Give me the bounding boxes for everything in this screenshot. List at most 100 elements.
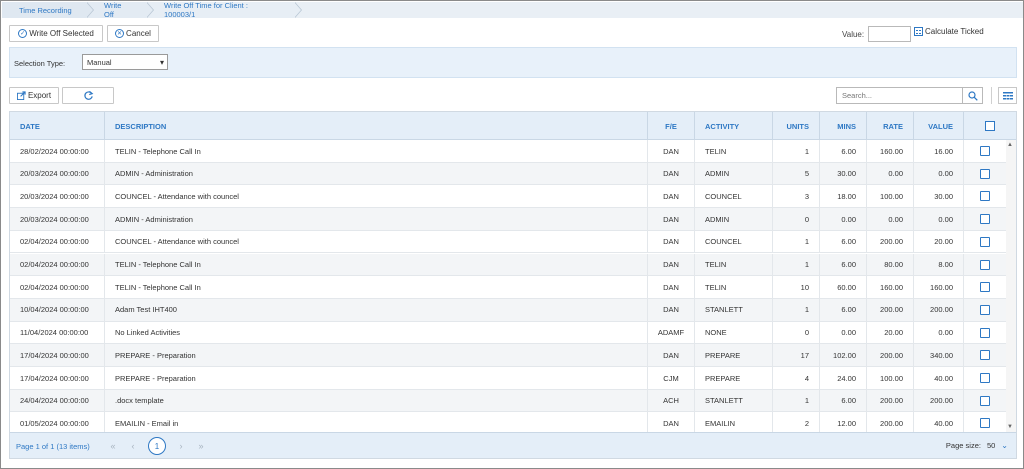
table-row[interactable]: 20/03/2024 00:00:00 COUNCEL - Attendance … [10, 185, 1006, 209]
column-header-value[interactable]: VALUE [914, 112, 964, 140]
cell-select [964, 344, 1006, 366]
write-off-selected-button[interactable]: ✓ Write Off Selected [9, 25, 103, 42]
cell-select [964, 185, 1006, 207]
cell-mins: 6.00 [820, 389, 867, 412]
cell-date: 20/03/2024 00:00:00 [10, 162, 105, 185]
first-page-icon[interactable]: « [108, 441, 118, 451]
breadcrumb-item-write-off[interactable]: Write Off [86, 1, 154, 19]
row-checkbox[interactable] [980, 259, 990, 270]
column-header-date[interactable]: DATE [10, 112, 105, 140]
last-page-icon[interactable]: » [196, 441, 206, 451]
selection-type-select[interactable]: Manual ▾ [82, 54, 168, 70]
column-header-label: DATE [20, 121, 40, 131]
selection-type-value: Manual [87, 57, 112, 67]
cell-value: 40.00 [914, 367, 964, 389]
cell-value: 200.00 [914, 298, 964, 321]
cell-select [964, 412, 1006, 432]
breadcrumb-item-write-off-time: Write Off Time for Client : 100003/1 [146, 1, 302, 19]
table-row[interactable]: 17/04/2024 00:00:00 PREPARE - Preparation… [10, 367, 1006, 390]
cell-fe: DAN [648, 344, 695, 367]
cell-value: 8.00 [914, 253, 964, 276]
row-checkbox[interactable] [980, 395, 990, 406]
scroll-up-icon[interactable]: ▲ [1007, 142, 1013, 148]
column-chooser-button[interactable] [998, 87, 1017, 104]
page-number-button[interactable]: 1 [148, 437, 166, 455]
column-header-activity[interactable]: ACTIVITY [695, 112, 773, 140]
export-button[interactable]: Export [9, 87, 59, 104]
cell-description: Adam Test IHT400 [105, 298, 648, 321]
close-circle-icon: ✕ [115, 29, 125, 38]
row-checkbox[interactable] [980, 304, 990, 315]
column-header-label: F/E [665, 121, 677, 131]
page-size-control[interactable]: Page size: 50 ⌄ [946, 441, 1008, 450]
table-row[interactable]: 10/04/2024 00:00:00 Adam Test IHT400 DAN ST… [10, 298, 1006, 322]
row-checkbox[interactable] [980, 282, 990, 293]
cell-select [964, 254, 1006, 276]
cell-mins: 6.00 [820, 253, 867, 276]
row-checkbox[interactable] [980, 418, 990, 429]
row-checkbox[interactable] [980, 146, 990, 156]
row-checkbox[interactable] [980, 236, 990, 247]
search-input[interactable]: Search... [836, 87, 983, 104]
cell-mins: 0.00 [820, 321, 867, 344]
cancel-button[interactable]: ✕ Cancel [107, 25, 159, 42]
row-checkbox[interactable] [980, 373, 990, 383]
cell-activity: TELIN [695, 276, 773, 299]
search-button[interactable] [962, 88, 982, 103]
cell-mins: 60.00 [820, 276, 867, 299]
column-header-select-all[interactable] [964, 112, 1016, 140]
column-header-mins[interactable]: MINS [820, 112, 867, 140]
table-row[interactable]: 20/03/2024 00:00:00 ADMIN - Administratio… [10, 208, 1006, 231]
table-row[interactable]: 02/04/2024 00:00:00 TELIN - Telephone Cal… [10, 276, 1006, 299]
cell-rate: 0.00 [867, 162, 914, 185]
export-label: Export [27, 91, 52, 100]
value-input[interactable] [868, 26, 911, 42]
table-row[interactable]: 28/02/2024 00:00:00 TELIN - Telephone Cal… [10, 140, 1006, 163]
write-off-window: Time Recording Write Off Write Off Time … [0, 0, 1024, 469]
cancel-label: Cancel [126, 29, 151, 38]
row-checkbox[interactable] [980, 327, 990, 338]
cell-description: PREPARE - Preparation [105, 344, 648, 367]
calculate-ticked-button[interactable]: Calculate Ticked [914, 27, 984, 36]
table-row[interactable]: 17/04/2024 00:00:00 PREPARE - Preparation… [10, 344, 1006, 367]
cell-date: 02/04/2024 00:00:00 [10, 253, 105, 276]
cell-rate: 200.00 [867, 298, 914, 321]
next-page-icon[interactable]: › [176, 441, 186, 451]
cell-units: 10 [773, 276, 820, 299]
cell-rate: 200.00 [867, 344, 914, 367]
cell-select [964, 299, 1006, 321]
row-checkbox[interactable] [980, 168, 990, 179]
scroll-down-icon[interactable]: ▼ [1007, 424, 1013, 430]
table-row[interactable]: 02/04/2024 00:00:00 COUNCEL - Attendance … [10, 230, 1006, 254]
refresh-button[interactable] [62, 87, 114, 104]
row-checkbox[interactable] [980, 350, 990, 361]
grid-header: DATE DESCRIPTION F/E ACTIVITY UNITS MINS… [10, 112, 1016, 140]
page-size-value: 50 [986, 441, 996, 450]
cell-units: 0 [773, 321, 820, 344]
table-row[interactable]: 24/04/2024 00:00:00 .docx template ACH STAN… [10, 389, 1006, 413]
table-row[interactable]: 11/04/2024 00:00:00 No Linked Activities A… [10, 321, 1006, 345]
vertical-scrollbar[interactable]: ▲ ▼ [1006, 140, 1016, 432]
previous-page-icon[interactable]: ‹ [128, 441, 138, 451]
cell-rate: 100.00 [867, 185, 914, 208]
row-checkbox[interactable] [980, 214, 990, 225]
column-header-rate[interactable]: RATE [867, 112, 914, 140]
table-row[interactable]: 02/04/2024 00:00:00 TELIN - Telephone Cal… [10, 253, 1006, 277]
cell-value: 160.00 [914, 276, 964, 299]
breadcrumb-item-time-recording[interactable]: Time Recording [2, 2, 94, 18]
row-checkbox[interactable] [980, 191, 990, 202]
cell-date: 28/02/2024 00:00:00 [10, 140, 105, 162]
cell-value: 20.00 [914, 230, 964, 253]
column-header-units[interactable]: UNITS [773, 112, 820, 140]
table-row[interactable]: 01/05/2024 00:00:00 EMAILIN - Email in DAN… [10, 412, 1006, 432]
cell-value: 200.00 [914, 389, 964, 412]
column-header-description[interactable]: DESCRIPTION [105, 112, 648, 140]
cell-description: PREPARE - Preparation [105, 367, 648, 389]
cell-units: 5 [773, 162, 820, 185]
toolbar-divider [991, 87, 992, 104]
select-all-checkbox[interactable] [985, 121, 995, 131]
cell-select [964, 322, 1006, 344]
cell-activity: PREPARE [695, 344, 773, 367]
table-row[interactable]: 20/03/2024 00:00:00 ADMIN - Administratio… [10, 162, 1006, 186]
column-header-fe[interactable]: F/E [648, 112, 695, 140]
